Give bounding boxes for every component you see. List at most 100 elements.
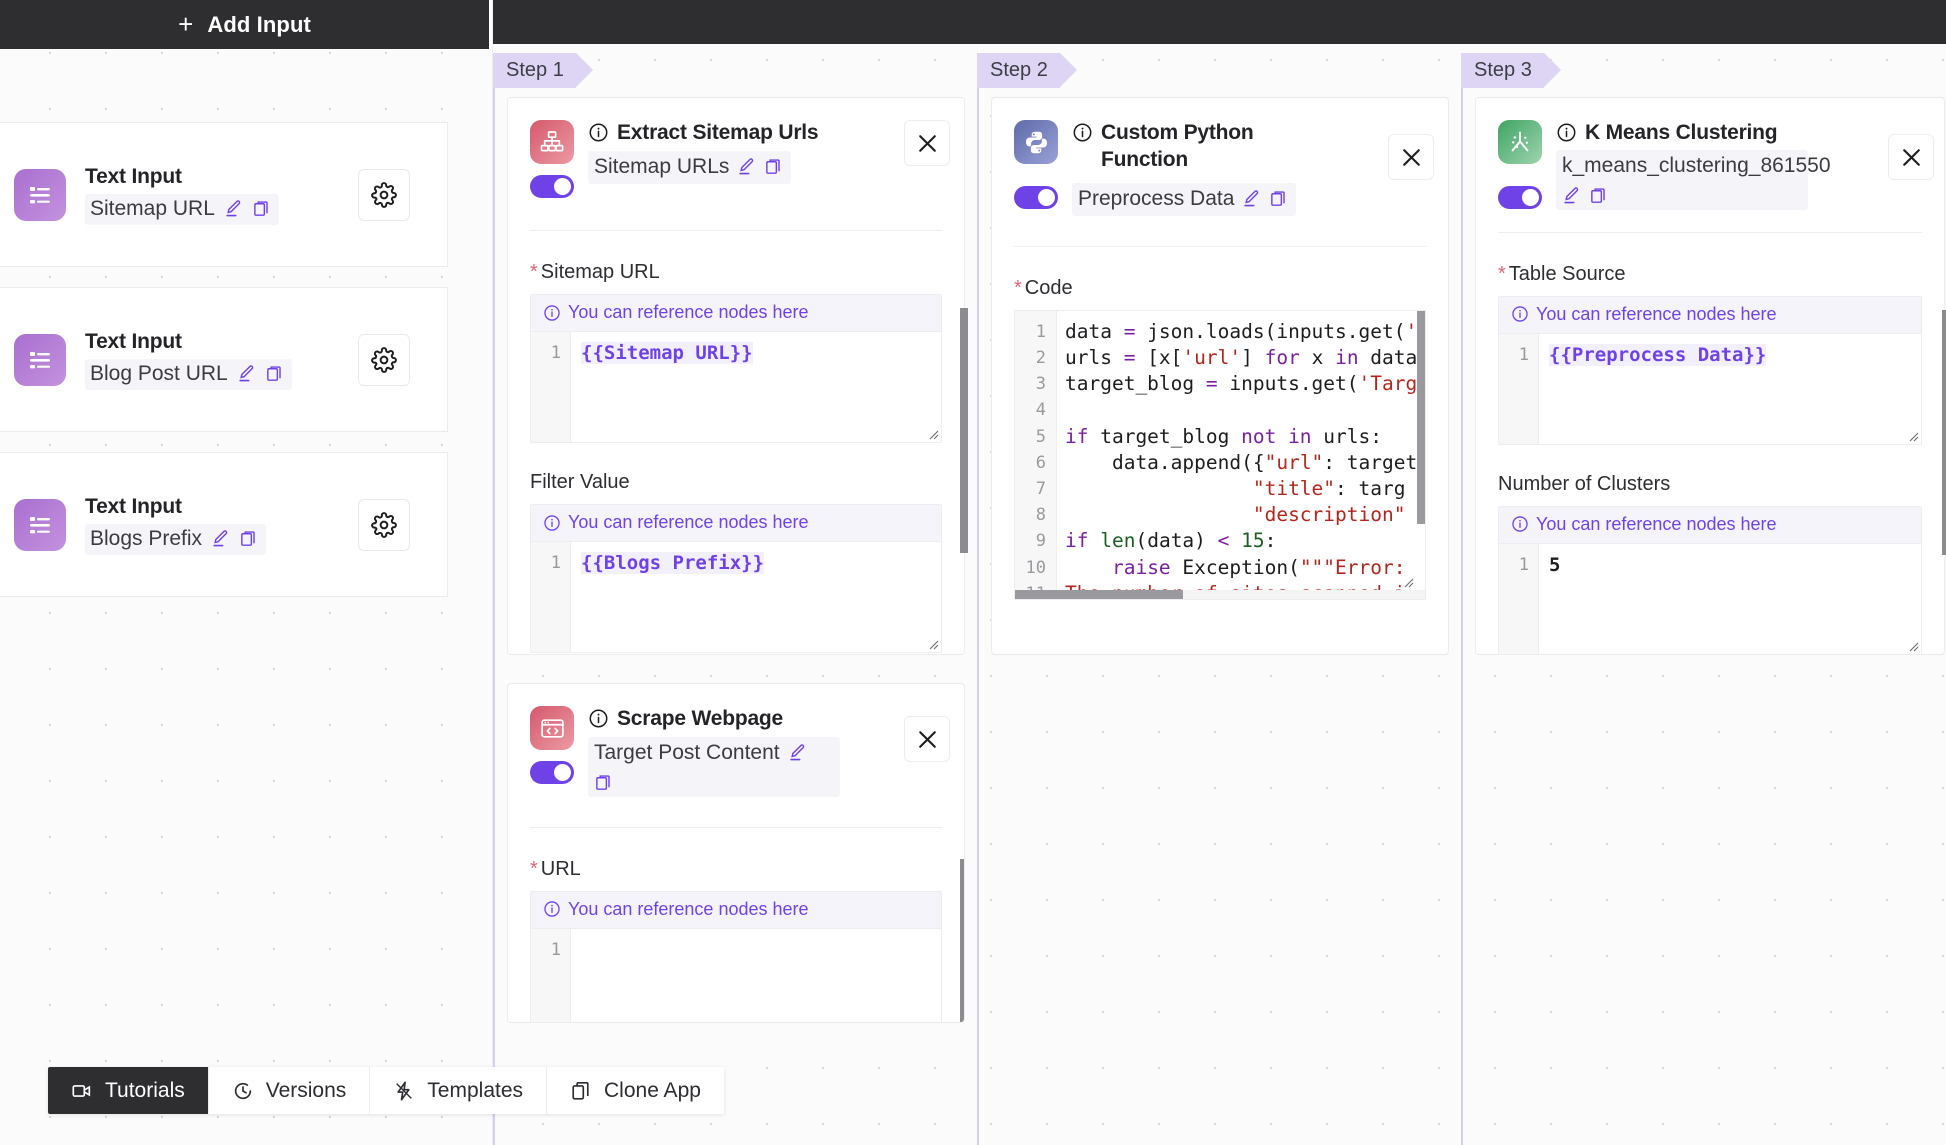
node-card-scrape-webpage[interactable]: Scrape Webpage Target Post Content * URL… (507, 683, 965, 1023)
field-label-text: Filter Value (530, 471, 630, 493)
reference-hint: You can reference nodes here (531, 891, 941, 929)
code-content[interactable] (571, 929, 941, 1022)
reference-box[interactable]: You can reference nodes here 1 5 (1498, 505, 1922, 655)
python-code-editor[interactable]: 1 2 3 4 5 6 7 8 9 10 11 data = json.load… (1014, 309, 1426, 600)
node-card-k-means-clustering[interactable]: K Means Clustering k_means_clustering_86… (1475, 97, 1946, 655)
field-code: *Code 1 2 3 4 5 6 7 8 9 10 11 data = jso… (1014, 277, 1426, 600)
copy-icon[interactable] (594, 773, 613, 792)
edit-icon[interactable] (788, 743, 807, 762)
node-title-box: K Means Clustering k_means_clustering_86… (1556, 120, 1831, 210)
input-name-chip[interactable]: Blogs Prefix (85, 523, 267, 555)
input-name-chip[interactable]: Blog Post URL (85, 358, 292, 390)
code-content[interactable]: {{Preprocess Data}} (1539, 334, 1921, 444)
input-card[interactable]: Text Input Blog Post URL (0, 287, 448, 432)
python-horizontal-scrollbar[interactable] (1015, 589, 1425, 599)
node-card-extract-sitemap-urls[interactable]: Extract Sitemap Urls Sitemap URLs * Site… (507, 97, 968, 655)
field-filter-value: Filter Value You can reference nodes her… (530, 471, 942, 653)
history-icon (232, 1080, 254, 1102)
code-area[interactable]: 1 {{Sitemap URL}} (531, 332, 941, 442)
python-line-gutter: 1 2 3 4 5 6 7 8 9 10 11 (1015, 310, 1057, 599)
steps-container: Step 1 Extract Sitemap Urls Sitemap URLs… (493, 44, 1946, 1145)
input-settings-button[interactable] (358, 498, 410, 551)
scrollbar-thumb[interactable] (1015, 589, 1184, 599)
node-name-chip[interactable]: k_means_clustering_861550 (1556, 149, 1831, 210)
field-label-text: Number of Clusters (1498, 472, 1671, 495)
code-window-icon (530, 706, 574, 750)
node-header: K Means Clustering k_means_clustering_86… (1476, 98, 1944, 210)
reference-box[interactable]: You can reference nodes here 1 {{Preproc… (1498, 295, 1922, 445)
node-remove-button[interactable] (904, 120, 950, 166)
node-name-chip[interactable]: Sitemap URLs (588, 150, 792, 184)
python-code-content[interactable]: data = json.loads(inputs.get(' urls = [x… (1057, 311, 1425, 599)
node-name-chip[interactable]: Preprocess Data (1072, 182, 1297, 216)
templates-label: Templates (427, 1078, 524, 1102)
line-gutter: 1 (1499, 543, 1539, 654)
code-area[interactable]: 1 5 (1499, 543, 1921, 654)
copy-icon[interactable] (252, 199, 271, 218)
required-asterisk: * (530, 261, 538, 283)
info-icon[interactable] (588, 708, 609, 729)
cluster-icon (1498, 120, 1542, 164)
code-area[interactable]: 1 (531, 928, 941, 1022)
tutorials-label: Tutorials (105, 1078, 185, 1102)
field-label: Filter Value (530, 471, 942, 494)
node-scrollbar[interactable] (960, 859, 964, 1022)
node-title-text: K Means Clustering (1585, 121, 1778, 144)
edit-icon[interactable] (737, 157, 756, 176)
node-card-custom-python-function[interactable]: Custom Python Function Preprocess Data *… (991, 97, 1449, 655)
reference-hint-text: You can reference nodes here (568, 512, 809, 532)
info-icon[interactable] (1556, 122, 1577, 143)
input-type-label: Text Input (85, 329, 182, 353)
input-settings-button[interactable] (358, 168, 410, 221)
versions-label: Versions (265, 1078, 347, 1102)
node-remove-button[interactable] (1888, 134, 1934, 180)
clone-app-button[interactable]: Clone App (547, 1067, 724, 1114)
versions-button[interactable]: Versions (208, 1067, 371, 1114)
node-title-text: Custom Python Function (1101, 121, 1254, 171)
input-settings-button[interactable] (358, 333, 410, 386)
node-scrollbar[interactable] (1942, 310, 1946, 555)
reference-box[interactable]: You can reference nodes here 1 {{Blogs P… (530, 504, 942, 653)
step-tag: Step 3 (1461, 53, 1561, 88)
node-scrollbar[interactable] (960, 308, 968, 553)
field-label: * URL (530, 858, 942, 881)
copy-icon[interactable] (764, 157, 783, 176)
code-area[interactable]: 1 {{Blogs Prefix}} (531, 542, 941, 652)
input-name-chip[interactable]: Sitemap URL (85, 193, 279, 225)
reference-hint: You can reference nodes here (531, 505, 941, 542)
sitemap-icon (530, 120, 574, 164)
node-enable-toggle[interactable] (1498, 186, 1542, 209)
code-area[interactable]: 1 {{Preprocess Data}} (1499, 333, 1921, 444)
copy-icon[interactable] (239, 529, 258, 548)
add-input-button[interactable]: + Add Input (0, 0, 489, 49)
code-content[interactable]: {{Blogs Prefix}} (571, 542, 941, 652)
edit-icon[interactable] (211, 529, 230, 548)
edit-icon[interactable] (237, 364, 256, 383)
edit-icon[interactable] (1562, 186, 1581, 205)
edit-icon[interactable] (1242, 189, 1261, 208)
python-vertical-scrollbar[interactable] (1417, 310, 1425, 524)
copy-icon[interactable] (1589, 186, 1608, 205)
node-enable-toggle[interactable] (1014, 186, 1058, 209)
input-card[interactable]: Text Input Blogs Prefix (0, 452, 448, 597)
reference-box[interactable]: You can reference nodes here 1 {{Sitemap… (530, 294, 942, 443)
edit-icon[interactable] (224, 199, 243, 218)
step-2-nodes: Custom Python Function Preprocess Data *… (991, 97, 1449, 1145)
reference-box[interactable]: You can reference nodes here 1 (530, 890, 942, 1022)
node-name-chip[interactable]: Target Post Content (588, 736, 840, 797)
input-card[interactable]: Text Input Sitemap URL (0, 122, 448, 267)
copy-icon[interactable] (1269, 189, 1288, 208)
info-icon[interactable] (588, 122, 609, 143)
field-label-text: Sitemap URL (540, 261, 660, 283)
code-content[interactable]: 5 (1539, 544, 1921, 654)
code-content[interactable]: {{Sitemap URL}} (571, 332, 941, 442)
node-remove-button[interactable] (1388, 134, 1434, 180)
node-enable-toggle[interactable] (530, 761, 574, 784)
node-remove-button[interactable] (904, 716, 950, 762)
node-enable-toggle[interactable] (530, 175, 574, 198)
info-icon[interactable] (1072, 122, 1093, 143)
tutorials-button[interactable]: Tutorials (48, 1067, 209, 1114)
copy-icon[interactable] (265, 364, 284, 383)
templates-button[interactable]: Templates (370, 1067, 548, 1114)
node-title-text: Scrape Webpage (617, 707, 784, 730)
